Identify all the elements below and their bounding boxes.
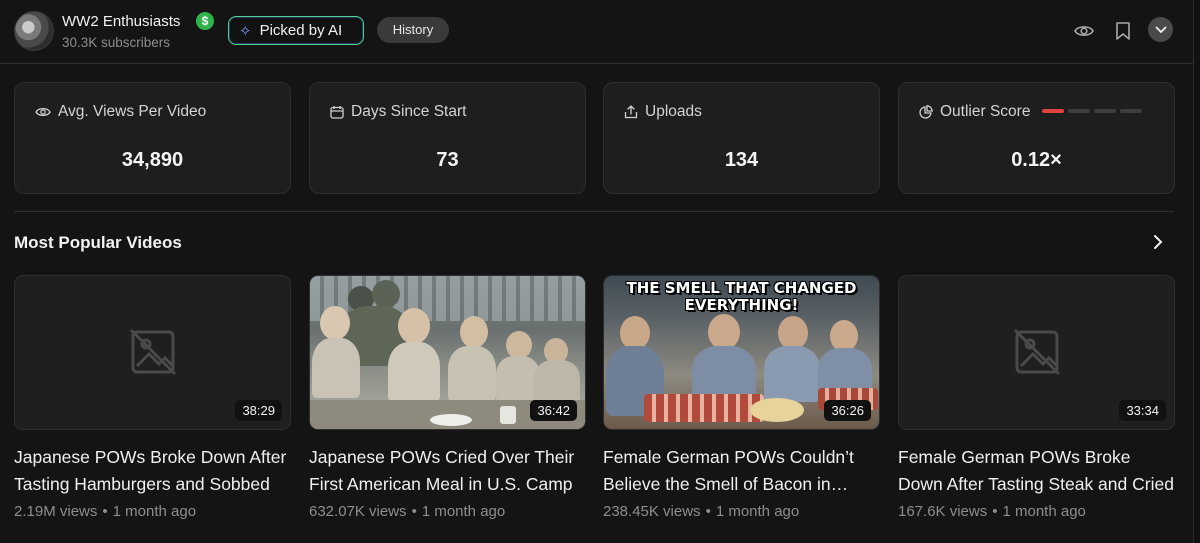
stat-value: 34,890 xyxy=(121,149,184,171)
video-age: 1 month ago xyxy=(421,503,506,520)
video-age: 1 month ago xyxy=(1002,503,1086,520)
video-age: 1 month ago xyxy=(715,503,800,520)
stat-card-outlier-score: Outlier Score 0.12× xyxy=(898,82,1175,194)
video-age: 1 month ago xyxy=(112,503,197,520)
outlier-meter-segment xyxy=(1120,109,1142,113)
stat-card-avg-views: Avg. Views Per Video 34,890 xyxy=(14,82,291,194)
video-card[interactable]: 38:29 Japanese POWs Broke Down After Tas… xyxy=(14,275,291,520)
pie-chart-icon xyxy=(919,105,933,119)
stat-value: 134 xyxy=(724,149,759,171)
video-title[interactable]: Female German POWs Couldn’t Believe the … xyxy=(603,444,880,498)
divider xyxy=(14,211,1174,212)
separator: • xyxy=(411,503,417,520)
stat-card-days-since-start: Days Since Start 73 xyxy=(309,82,586,194)
channel-header: WW2 Enthusiasts $ 30.3K subscribers ✧ Pi… xyxy=(0,0,1194,64)
video-card[interactable]: THE SMELL THAT CHANGED EVERYTHING! 36:26… xyxy=(603,275,880,520)
section-title: Most Popular Videos xyxy=(14,233,182,252)
video-duration: 38:29 xyxy=(235,400,282,421)
video-thumbnail[interactable]: THE SMELL THAT CHANGED EVERYTHING! 36:26 xyxy=(603,275,880,430)
outlier-meter xyxy=(1042,109,1142,113)
video-views: 632.07K views xyxy=(309,503,407,520)
video-card[interactable]: 36:42 Japanese POWs Cried Over Their Fir… xyxy=(309,275,586,520)
subscriber-count: 30.3K subscribers xyxy=(62,35,171,50)
outlier-meter-segment xyxy=(1042,109,1064,113)
image-off-icon xyxy=(129,328,177,376)
picked-label: Picked by AI xyxy=(259,22,343,39)
video-card[interactable]: 33:34 Female German POWs Broke Down Afte… xyxy=(898,275,1175,520)
outlier-meter-segment xyxy=(1094,109,1116,113)
channel-name[interactable]: WW2 Enthusiasts xyxy=(62,13,180,30)
video-thumbnail[interactable]: 33:34 xyxy=(898,275,1175,430)
video-title[interactable]: Japanese POWs Cried Over Their First Ame… xyxy=(309,444,586,498)
stat-value: 73 xyxy=(436,149,459,171)
channel-panel: WW2 Enthusiasts $ 30.3K subscribers ✧ Pi… xyxy=(0,0,1194,543)
outlier-meter-segment xyxy=(1068,109,1090,113)
history-button[interactable]: History xyxy=(377,17,449,43)
video-title[interactable]: Female German POWs Broke Down After Tast… xyxy=(898,444,1175,498)
chevron-down-icon[interactable] xyxy=(1148,17,1173,42)
picked-by-ai-badge: ✧ Picked by AI xyxy=(228,16,364,45)
stat-value: 0.12× xyxy=(1011,149,1062,171)
monetized-badge-icon: $ xyxy=(196,12,214,30)
image-off-icon xyxy=(1013,328,1061,376)
stat-label: Days Since Start xyxy=(351,103,467,120)
video-thumbnail[interactable]: 38:29 xyxy=(14,275,291,430)
chevron-right-icon[interactable] xyxy=(1152,234,1164,255)
video-meta: 167.6K views • 1 month ago xyxy=(898,503,1086,520)
eye-icon[interactable] xyxy=(1073,20,1095,42)
stat-card-uploads: Uploads 134 xyxy=(603,82,880,194)
stat-label: Avg. Views Per Video xyxy=(58,103,207,120)
separator: • xyxy=(992,503,998,520)
separator: • xyxy=(705,503,711,520)
bookmark-icon[interactable] xyxy=(1112,20,1134,42)
video-views: 238.45K views xyxy=(603,503,701,520)
video-duration: 36:26 xyxy=(824,400,871,421)
calendar-icon xyxy=(330,106,344,119)
video-duration: 33:34 xyxy=(1119,400,1166,421)
thumbnail-caption: THE SMELL THAT CHANGED EVERYTHING! xyxy=(626,279,857,314)
video-duration: 36:42 xyxy=(530,400,577,421)
upload-icon xyxy=(624,105,638,119)
eye-icon xyxy=(35,107,51,117)
video-meta: 632.07K views • 1 month ago xyxy=(309,503,505,520)
sparkle-icon: ✧ xyxy=(239,22,252,40)
video-title[interactable]: Japanese POWs Broke Down After Tasting H… xyxy=(14,444,291,498)
avatar[interactable] xyxy=(14,11,54,51)
stat-label: Outlier Score xyxy=(940,103,1031,120)
video-views: 2.19M views xyxy=(14,503,98,520)
stat-label: Uploads xyxy=(645,103,702,120)
separator: • xyxy=(102,503,108,520)
video-views: 167.6K views xyxy=(898,503,988,520)
video-thumbnail[interactable]: 36:42 xyxy=(309,275,586,430)
video-meta: 238.45K views • 1 month ago xyxy=(603,503,799,520)
video-meta: 2.19M views • 1 month ago xyxy=(14,503,196,520)
